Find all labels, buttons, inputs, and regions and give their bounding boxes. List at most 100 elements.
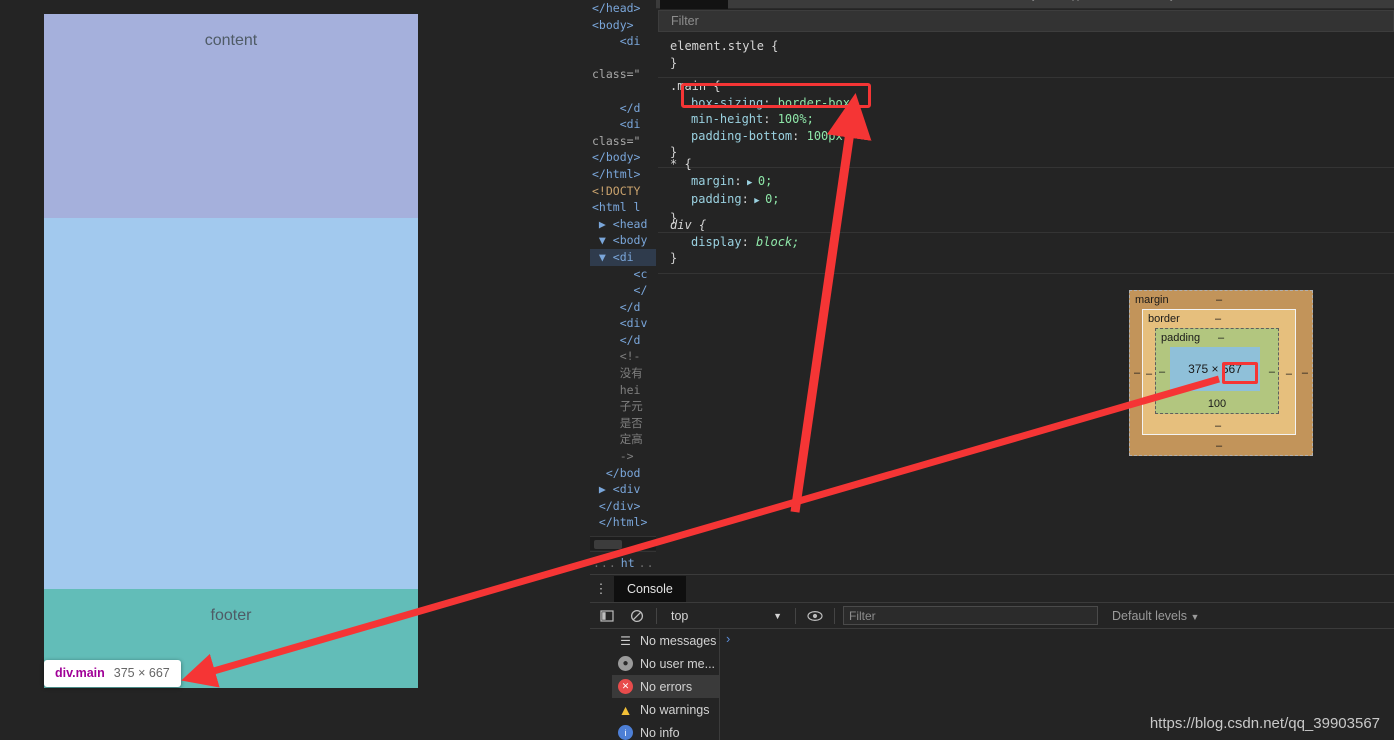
border-left-value[interactable]: – xyxy=(1146,368,1152,380)
dom-tree-line[interactable]: </html> xyxy=(590,166,656,183)
css-property-display[interactable]: display xyxy=(691,235,742,249)
padding-left-value[interactable]: – xyxy=(1159,366,1165,378)
padding-right-value[interactable]: – xyxy=(1269,366,1275,378)
box-model-border-box[interactable]: border – – – – padding – – – 100 375 × 5… xyxy=(1142,309,1296,435)
css-property-padding[interactable]: padding xyxy=(691,192,742,206)
devtools-tab-elements[interactable]: Elements xyxy=(660,0,728,9)
dom-tree-line[interactable]: ▶ <head xyxy=(590,216,656,233)
devtools-tab-security[interactable]: Security xyxy=(1134,0,1198,9)
styles-filter-input[interactable]: Filter xyxy=(658,10,1394,32)
border-right-value[interactable]: – xyxy=(1286,368,1292,380)
devtools-tab-console[interactable]: Console xyxy=(728,0,790,9)
dom-tree-line[interactable]: <!- xyxy=(590,348,656,365)
console-sidebar-item[interactable]: ▲ No warnings xyxy=(612,698,719,721)
css-selector[interactable]: element.style { xyxy=(670,39,778,53)
dom-tree-line[interactable]: hei xyxy=(590,382,656,399)
dom-tree-line[interactable]: -> xyxy=(590,448,656,465)
margin-right-value[interactable]: – xyxy=(1302,367,1308,379)
dom-tree-line[interactable]: class=" xyxy=(590,66,656,83)
dom-tree-line[interactable]: <div xyxy=(590,315,656,332)
dom-tree-line[interactable]: </ xyxy=(590,282,656,299)
border-top-value[interactable]: – xyxy=(1215,313,1221,325)
css-selector[interactable]: div { xyxy=(670,218,706,232)
dom-tree-line[interactable]: </d xyxy=(590,332,656,349)
css-value-margin[interactable]: 0; xyxy=(758,174,772,188)
box-model-content-box[interactable]: 375 × 567 xyxy=(1170,347,1260,391)
padding-bottom-value[interactable]: 100 xyxy=(1156,398,1278,410)
dom-tree-line[interactable]: </div> xyxy=(590,498,656,515)
console-sidebar-item[interactable]: ● No user me... xyxy=(612,652,719,675)
content-dimensions[interactable]: 375 × 567 xyxy=(1188,362,1242,376)
dom-tree-line[interactable] xyxy=(590,83,656,100)
tab-console[interactable]: Console xyxy=(614,575,686,602)
dom-tree-line[interactable]: </d xyxy=(590,299,656,316)
breadcrumb-current-node[interactable]: ht xyxy=(621,556,635,570)
kebab-menu-icon[interactable]: ⋮ xyxy=(590,582,612,595)
css-value-padding-bottom[interactable]: 100px; xyxy=(807,129,850,143)
dom-tree-line[interactable]: </body> xyxy=(590,149,656,166)
css-property-min-height[interactable]: min-height xyxy=(691,112,763,126)
page-content-section[interactable]: content xyxy=(44,14,418,218)
css-value-display[interactable]: block; xyxy=(756,235,799,249)
page-middle-section[interactable] xyxy=(44,218,418,589)
console-context-selector[interactable]: top ▼ xyxy=(665,606,787,626)
css-value-min-height[interactable]: 100%; xyxy=(778,112,814,126)
console-sidebar-item[interactable]: ☰ No messages xyxy=(612,629,719,652)
dom-tree-line[interactable]: 子元 xyxy=(590,398,656,415)
css-rule-div[interactable]: div { display: block; } xyxy=(658,212,1394,274)
breadcrumb-overflow-left[interactable]: ... xyxy=(593,556,617,570)
devtools-tab-memory[interactable]: Memory xyxy=(996,0,1058,9)
margin-left-value[interactable]: – xyxy=(1134,367,1140,379)
css-property-box-sizing[interactable]: box-sizing xyxy=(691,96,763,110)
devtools-tab-sources[interactable]: Sources xyxy=(790,0,850,9)
clear-console-icon[interactable] xyxy=(626,606,648,626)
content-height[interactable]: 567 xyxy=(1222,362,1242,376)
dom-tree-line[interactable]: 没有 xyxy=(590,365,656,382)
dom-tree-line[interactable]: ▶ <div xyxy=(590,481,656,498)
devtools-tab-performance[interactable]: Performance xyxy=(912,0,996,9)
devtools-tab-network[interactable]: Network xyxy=(850,0,912,9)
padding-top-value[interactable]: – xyxy=(1218,332,1224,344)
box-model-padding-box[interactable]: padding – – – 100 375 × 567 xyxy=(1155,328,1279,414)
margin-top-value[interactable]: – xyxy=(1216,294,1222,306)
dom-tree-line[interactable]: <di xyxy=(590,116,656,133)
dom-tree-line[interactable]: </head> xyxy=(590,0,656,17)
dom-tree-line[interactable]: <!DOCTY xyxy=(590,183,656,200)
console-sidebar-item[interactable]: ✕ No errors xyxy=(612,675,719,698)
dom-tree-line[interactable]: </bod xyxy=(590,465,656,482)
dom-breadcrumb[interactable]: ... ht ... xyxy=(590,551,661,573)
dom-tree-horizontal-scrollbar[interactable] xyxy=(590,536,656,550)
toggle-console-sidebar-icon[interactable] xyxy=(596,606,618,626)
dom-tree-line[interactable]: ▼ <di xyxy=(590,248,656,266)
devtools-tab-strip[interactable]: Elements Console Sources Network Performance… xyxy=(656,0,1394,9)
dom-tree-line[interactable]: ▼ <body xyxy=(590,232,656,249)
console-filter-input[interactable]: Filter xyxy=(843,606,1098,625)
console-sidebar-item[interactable]: i No info xyxy=(612,721,719,740)
dom-tree-line[interactable] xyxy=(590,50,656,67)
devtools-tab-application[interactable]: Application xyxy=(1058,0,1134,9)
chevron-right-icon[interactable]: ▶ xyxy=(749,196,765,206)
css-value-box-sizing[interactable]: border-box; xyxy=(778,96,857,110)
dom-tree-line[interactable]: </html> xyxy=(590,514,656,531)
dom-tree-line[interactable]: <html l xyxy=(590,199,656,216)
live-expression-eye-icon[interactable] xyxy=(804,606,826,626)
chevron-right-icon[interactable]: ▶ xyxy=(742,178,758,188)
dom-tree-line[interactable]: <body> xyxy=(590,17,656,34)
dom-tree-line[interactable]: <c xyxy=(590,266,656,283)
dom-tree-line[interactable]: 是否 xyxy=(590,415,656,432)
css-selector[interactable]: .main { xyxy=(670,79,721,93)
box-model-diagram[interactable]: margin – – – – border – – – – padding – … xyxy=(1129,290,1313,456)
content-width[interactable]: 375 xyxy=(1188,362,1208,376)
device-viewport-frame[interactable]: content footer xyxy=(44,14,418,688)
margin-bottom-value[interactable]: – xyxy=(1216,440,1222,452)
console-prompt-caret[interactable]: › xyxy=(726,631,730,646)
console-sidebar[interactable]: ☰ No messages ● No user me... ✕ No errors ▲ No … xyxy=(612,629,720,740)
dom-tree-line[interactable]: <di xyxy=(590,33,656,50)
console-levels-selector[interactable]: Default levels ▼ xyxy=(1112,609,1199,623)
dom-tree-line[interactable]: 定高 xyxy=(590,431,656,448)
css-value-padding[interactable]: 0; xyxy=(765,192,779,206)
css-property-padding-bottom[interactable]: padding-bottom xyxy=(691,129,792,143)
css-selector[interactable]: * { xyxy=(670,157,692,171)
dom-tree-pane[interactable]: </head> <body> <di class=" </d <di class=" <… xyxy=(590,0,656,536)
border-bottom-value[interactable]: – xyxy=(1215,420,1221,432)
